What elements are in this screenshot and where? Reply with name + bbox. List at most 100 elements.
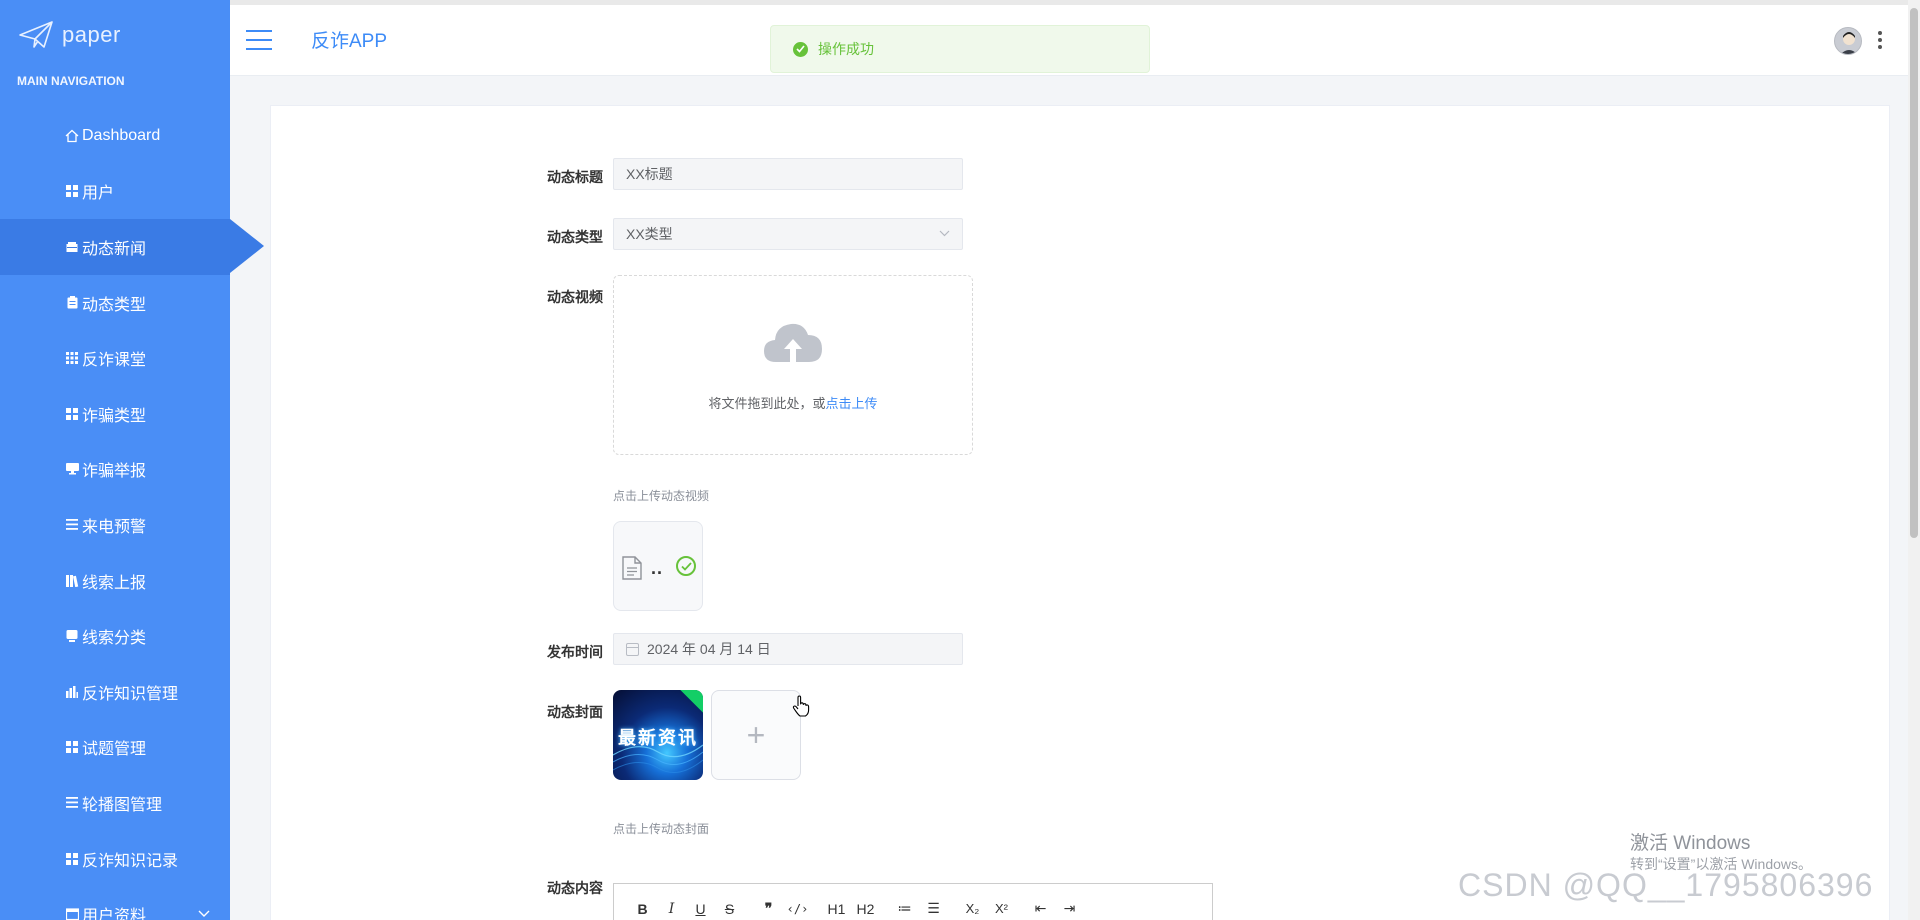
paper-plane-icon [19,21,53,48]
success-toast: 操作成功 [770,25,1150,73]
app-title: 反诈APP [311,31,388,52]
sidebar-item-news-type[interactable]: 动态类型 [0,275,230,331]
strikethrough-button[interactable]: S [715,897,744,920]
bold-button[interactable]: B [628,897,657,920]
underline-button[interactable]: U [686,897,715,920]
sidebar-item-label: 动态新闻 [82,240,147,258]
brand-name: paper [62,22,121,47]
video-upload-dropzone[interactable]: 将文件拖到此处，或点击上传 [613,275,973,455]
sidebar-item-label: 来电预警 [82,518,147,536]
monitor-icon [64,463,80,475]
form-card [270,105,1890,920]
clipboard-icon [64,296,80,309]
rich-text-toolbar: B I U S ❞ ‹/› H1 H2 ≔ ☰ X₂ X² ⇤ ⇥ [613,883,1213,920]
publish-date-value: 2024 年 04 月 14 日 [647,641,771,657]
sidebar-item-users[interactable]: 用户 [0,164,230,220]
ordered-list-button[interactable]: ≔ [890,897,919,920]
click-upload-link[interactable]: 点击上传 [826,396,878,411]
uploaded-file-card[interactable]: .. [613,521,703,611]
heading2-button[interactable]: H2 [851,897,880,920]
indent-button[interactable]: ⇥ [1055,897,1084,920]
calendar-icon [64,908,80,920]
add-cover-button[interactable]: + [711,690,801,780]
sidebar-item-label: 诈骗类型 [82,407,147,425]
sidebar-item-news[interactable]: 动态新闻 [0,219,264,275]
sidebar-item-label: 轮播图管理 [82,796,163,814]
hand-cursor-icon [792,695,810,717]
sidebar-item-fraud-report[interactable]: 诈骗举报 [0,442,230,498]
chevron-down-icon [939,228,950,240]
publish-time-label: 发布时间 [547,644,603,660]
upload-hint-text: 将文件拖到此处，或 [708,396,826,411]
scrollbar-thumb[interactable] [1910,8,1918,538]
type-value: XX类型 [626,226,673,242]
sidebar-item-class[interactable]: 反诈课堂 [0,330,230,386]
cover-image-title: 最新资讯 [618,728,698,749]
content-label: 动态内容 [547,880,603,896]
video-label: 动态视频 [547,289,603,305]
file-name: .. [651,558,664,578]
grid-icon [64,741,80,754]
italic-button[interactable]: I [657,897,686,920]
title-input[interactable]: XX标题 [613,158,963,190]
type-select[interactable]: XX类型 [613,218,963,250]
upload-hint: 将文件拖到此处，或点击上传 [614,393,972,412]
sidebar-item-label: 反诈知识管理 [82,685,179,703]
title-value: XX标题 [626,166,673,182]
sidebar-item-label: 反诈知识记录 [82,852,179,870]
inbox-icon [64,241,80,253]
avatar[interactable] [1834,27,1862,55]
check-circle-icon [676,556,696,576]
outdent-button[interactable]: ⇤ [1026,897,1055,920]
sidebar-item-clue-report[interactable]: 线索上报 [0,553,230,609]
page-scrollbar[interactable] [1908,0,1920,920]
list-icon [64,797,80,809]
sidebar-item-call-alert[interactable]: 来电预警 [0,497,230,553]
brand[interactable]: paper [0,0,230,70]
book-icon [64,574,80,587]
grid-icon [64,407,80,420]
plus-icon: + [746,716,766,753]
sidebar-item-fraud-type[interactable]: 诈骗类型 [0,386,230,442]
cover-image-thumbnail[interactable]: 最新资讯 [613,690,703,780]
code-block-button[interactable]: ‹/› [783,897,812,920]
sidebar: paper MAIN NAVIGATION Dashboard 用户 动态新闻 … [0,0,264,920]
sidebar-item-knowledge-record[interactable]: 反诈知识记录 [0,831,230,887]
nav-caption: MAIN NAVIGATION [17,74,125,88]
toast-message: 操作成功 [818,41,874,57]
sidebar-item-label: 反诈课堂 [82,352,147,370]
blockquote-button[interactable]: ❞ [754,897,783,920]
sidebar-item-label: 线索上报 [82,574,147,592]
tablet-icon [64,630,80,643]
sidebar-item-label: Dashboard [82,126,161,144]
superscript-button[interactable]: X² [987,897,1016,920]
heading1-button[interactable]: H1 [822,897,851,920]
sidebar-item-clue-category[interactable]: 线索分类 [0,608,230,664]
sidebar-item-questions[interactable]: 试题管理 [0,720,230,776]
nav-menu: Dashboard 用户 动态新闻 动态类型 反诈课堂 诈骗类型 诈骗举报 来电… [0,108,264,920]
video-upload-tip: 点击上传动态视频 [613,489,710,503]
menu-toggle-icon[interactable] [246,30,272,50]
cover-upload-tip: 点击上传动态封面 [613,822,710,836]
check-circle-icon [793,41,808,57]
sidebar-item-user-profile[interactable]: 用户资料 [0,886,230,920]
grid-icon [64,852,80,865]
grid-icon [64,185,80,198]
windows-activation-title: 激活 Windows [1630,833,1751,854]
sidebar-item-dashboard[interactable]: Dashboard [0,108,230,164]
grid-icon [64,352,80,365]
list-icon [64,519,80,531]
csdn-watermark: CSDN @QQ__1795806396 [1458,867,1874,903]
sidebar-item-knowledge[interactable]: 反诈知识管理 [0,664,230,720]
sidebar-item-label: 试题管理 [82,741,147,759]
home-icon [64,129,80,143]
calendar-icon [626,642,639,656]
bullet-list-button[interactable]: ☰ [919,897,948,920]
chevron-down-icon [198,907,210,920]
more-options-icon[interactable] [1877,31,1883,49]
sidebar-item-carousel[interactable]: 轮播图管理 [0,775,230,831]
publish-date-picker[interactable]: 2024 年 04 月 14 日 [613,633,963,665]
cloud-upload-icon [764,323,822,362]
subscript-button[interactable]: X₂ [958,897,987,920]
title-label: 动态标题 [547,169,603,185]
